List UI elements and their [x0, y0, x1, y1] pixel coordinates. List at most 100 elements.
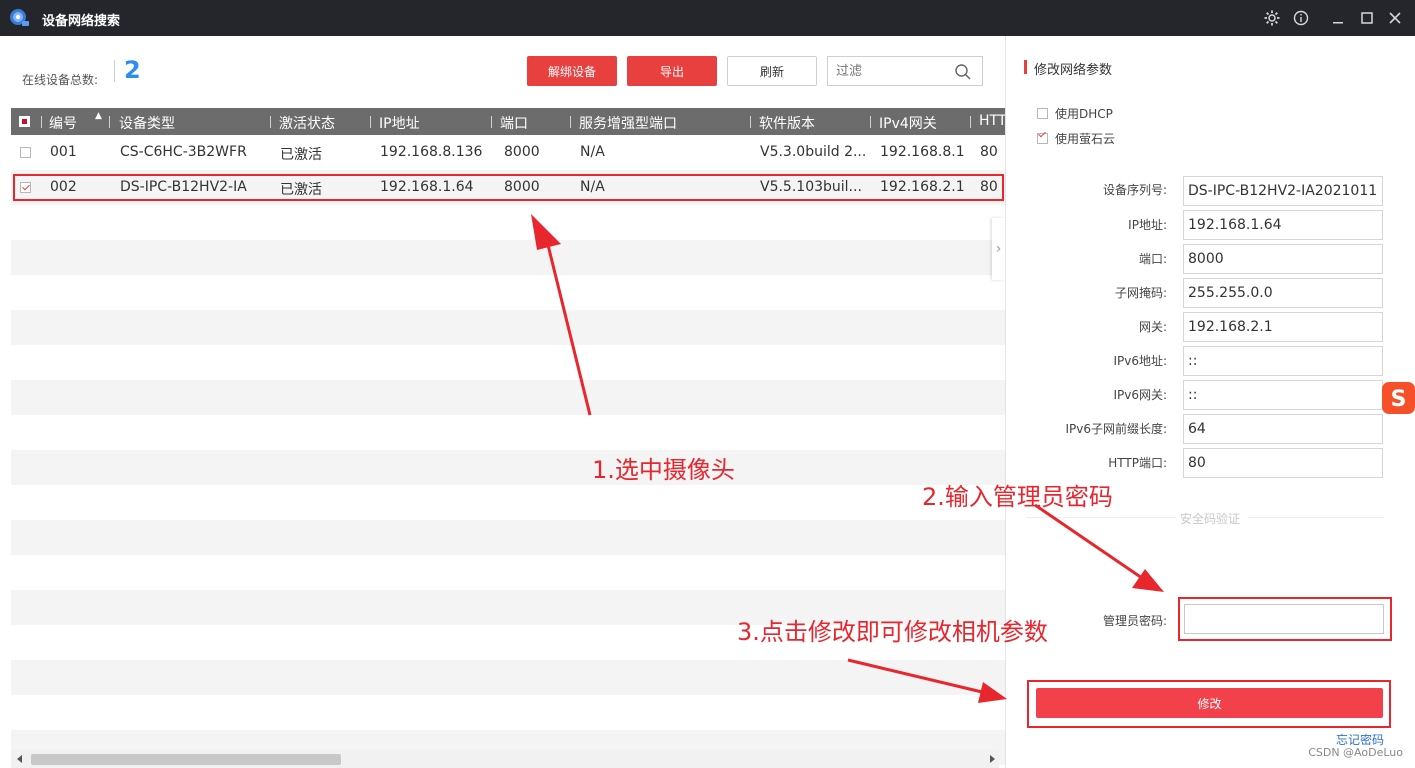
svg-text:S: S [1391, 387, 1407, 412]
window-title: 设备网络搜索 [42, 14, 121, 29]
divider [1248, 517, 1384, 518]
ipv6-address-label: IPv6地址: [1113, 354, 1167, 368]
title-accent-bar [1024, 60, 1027, 74]
empty-row [11, 520, 1005, 555]
empty-row [11, 205, 1005, 240]
filter-box [827, 56, 983, 86]
column-header-enhanced-port[interactable]: 服务增强型端口 [579, 113, 677, 133]
chevron-right-icon: › [995, 241, 1002, 257]
annotation-step2: 2.输入管理员密码 [922, 483, 1113, 511]
ipv6-gateway-label: IPv6网关: [1113, 388, 1167, 402]
ipv6-prefix-field[interactable]: 64 [1183, 414, 1383, 444]
export-button[interactable]: 导出 [627, 56, 717, 86]
info-icon[interactable] [1291, 8, 1311, 28]
column-header-http[interactable]: HTTP [979, 113, 1005, 129]
ip-field[interactable]: 192.168.1.64 [1183, 210, 1383, 240]
online-total-count: 2 [124, 56, 141, 84]
divider [1026, 517, 1176, 518]
scrollbar-thumb[interactable] [31, 754, 341, 765]
online-total-label: 在线设备总数: [22, 73, 99, 87]
empty-row [11, 380, 1005, 415]
empty-row [11, 240, 1005, 275]
ezviz-label: 使用萤石云 [1055, 132, 1116, 146]
selected-row-highlight [13, 174, 1004, 201]
scroll-right-icon[interactable] [990, 755, 995, 763]
gateway-label: 网关: [1138, 320, 1167, 334]
ip-label: IP地址: [1128, 218, 1167, 232]
serial-label: 设备序列号: [1102, 183, 1167, 197]
maximize-icon[interactable] [1357, 8, 1377, 28]
horizontal-scrollbar[interactable] [11, 750, 999, 768]
panel-title: 修改网络参数 [1034, 63, 1113, 78]
title-bar: 设备网络搜索 [0, 0, 1415, 36]
ipv6-gateway-field[interactable]: :: [1183, 380, 1383, 410]
table-row[interactable]: 001 CS-C6HC-3B2WFR 已激活 192.168.8.136 800… [11, 135, 1005, 170]
dhcp-checkbox[interactable] [1037, 108, 1048, 119]
ipv6-prefix-label: IPv6子网前缀长度: [1065, 422, 1167, 436]
dhcp-option[interactable]: 使用DHCP [1037, 105, 1113, 122]
total-divider [114, 60, 115, 82]
empty-row [11, 660, 1005, 695]
empty-row [11, 310, 1005, 345]
ipv6-address-field[interactable]: :: [1183, 346, 1383, 376]
admin-password-input[interactable] [1184, 604, 1384, 634]
column-header-type[interactable]: 设备类型 [119, 113, 175, 133]
column-header-id[interactable]: 编号 [49, 113, 77, 133]
empty-row [11, 345, 1005, 380]
cell-port: 8000 [504, 144, 540, 160]
empty-row [11, 450, 1005, 485]
column-header-version[interactable]: 软件版本 [759, 113, 815, 133]
unbind-device-button[interactable]: 解绑设备 [527, 56, 617, 86]
serial-field[interactable]: DS-IPC-B12HV2-IA2021011 [1183, 176, 1383, 206]
row-checkbox[interactable] [20, 147, 31, 158]
select-all-checkbox[interactable] [19, 116, 30, 127]
app-logo-icon [10, 9, 29, 26]
scroll-left-icon[interactable] [17, 755, 22, 763]
empty-row [11, 415, 1005, 450]
annotation-step1: 1.选中摄像头 [592, 456, 735, 484]
column-header-ip[interactable]: IP地址 [379, 113, 420, 133]
empty-row [11, 555, 1005, 590]
security-code-label[interactable]: 安全码验证 [1180, 510, 1240, 527]
search-icon[interactable] [954, 63, 972, 81]
port-label: 端口: [1138, 252, 1167, 266]
http-port-field[interactable]: 80 [1183, 448, 1383, 478]
cell-ip: 192.168.8.136 [380, 144, 483, 160]
empty-row [11, 695, 1005, 730]
dhcp-label: 使用DHCP [1055, 107, 1113, 121]
cell-id: 001 [50, 144, 77, 160]
close-icon[interactable] [1385, 8, 1405, 28]
http-port-label: HTTP端口: [1108, 456, 1167, 470]
subnet-mask-label: 子网掩码: [1114, 286, 1167, 300]
column-header-port[interactable]: 端口 [500, 113, 528, 133]
cell-type: CS-C6HC-3B2WFR [120, 144, 247, 160]
table-header: 编号 ▲ 设备类型 激活状态 IP地址 端口 服务增强型端口 软件版本 IPv4… [11, 108, 1005, 135]
cell-version: V5.3.0build 2... [760, 144, 867, 160]
column-header-status[interactable]: 激活状态 [279, 113, 335, 133]
column-header-gateway[interactable]: IPv4网关 [879, 113, 937, 133]
cell-enhanced-port: N/A [580, 144, 605, 160]
collapse-panel-tab[interactable]: › [992, 218, 1005, 280]
refresh-button[interactable]: 刷新 [727, 56, 817, 86]
gear-icon[interactable] [1262, 8, 1282, 28]
admin-password-label: 管理员密码: [1102, 614, 1167, 628]
empty-row [11, 485, 1005, 520]
sort-asc-icon[interactable]: ▲ [95, 111, 102, 121]
cell-status: 已激活 [280, 147, 322, 163]
modify-button[interactable]: 修改 [1036, 688, 1383, 718]
watermark: CSDN @AoDeLuo [1308, 746, 1403, 759]
network-params-panel: 修改网络参数 使用DHCP 使用萤石云 设备序列号: DS-IPC-B12HV2… [1005, 36, 1415, 768]
minimize-icon[interactable] [1328, 8, 1348, 28]
gateway-field[interactable]: 192.168.2.1 [1183, 312, 1383, 342]
annotation-step3: 3.点击修改即可修改相机参数 [737, 618, 1048, 646]
subnet-mask-field[interactable]: 255.255.0.0 [1183, 278, 1383, 308]
port-field[interactable]: 8000 [1183, 244, 1383, 274]
cell-http: 80 [980, 144, 998, 160]
device-list-panel: 在线设备总数: 2 解绑设备 导出 刷新 编号 ▲ 设备类型 激活状态 IP地址… [0, 36, 1005, 768]
empty-row [11, 275, 1005, 310]
cell-gateway: 192.168.8.1 [880, 144, 965, 160]
ezviz-checkbox[interactable] [1037, 133, 1048, 144]
filter-input[interactable] [828, 57, 948, 85]
ezviz-option[interactable]: 使用萤石云 [1037, 130, 1115, 147]
sogou-ime-icon[interactable]: S [1381, 381, 1415, 415]
